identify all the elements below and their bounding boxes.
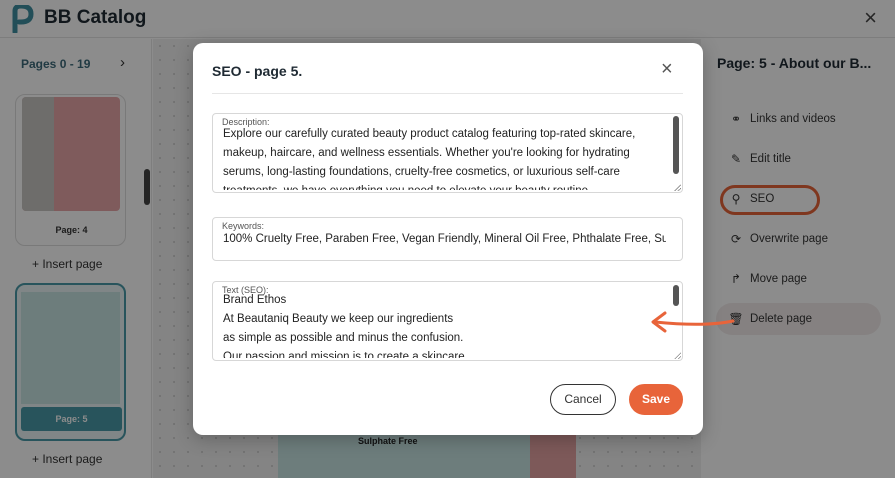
keywords-input[interactable]: 100% Cruelty Free, Paraben Free, Vegan F… (223, 230, 666, 249)
cancel-button[interactable]: Cancel (550, 384, 616, 415)
annotation-arrow-icon (651, 311, 735, 333)
seo-dialog: SEO - page 5. × Description: Explore our… (193, 43, 703, 435)
description-scrollbar[interactable] (673, 116, 679, 174)
text-seo-scrollbar[interactable] (673, 285, 679, 306)
close-dialog-icon[interactable]: × (661, 59, 673, 79)
dialog-title: SEO - page 5. (212, 63, 303, 79)
dialog-divider (212, 93, 683, 94)
resize-handle-icon[interactable] (674, 184, 681, 191)
description-field[interactable]: Description: Explore our carefully curat… (212, 113, 683, 193)
save-button[interactable]: Save (629, 384, 683, 415)
keywords-field[interactable]: Keywords: 100% Cruelty Free, Paraben Fre… (212, 217, 683, 261)
description-textarea[interactable]: Explore our carefully curated beauty pro… (223, 125, 666, 190)
text-seo-field[interactable]: Text (SEO): Brand Ethos At Beautaniq Bea… (212, 281, 683, 361)
text-seo-textarea[interactable]: Brand Ethos At Beautaniq Beauty we keep … (223, 291, 666, 358)
resize-handle-icon[interactable] (674, 352, 681, 359)
